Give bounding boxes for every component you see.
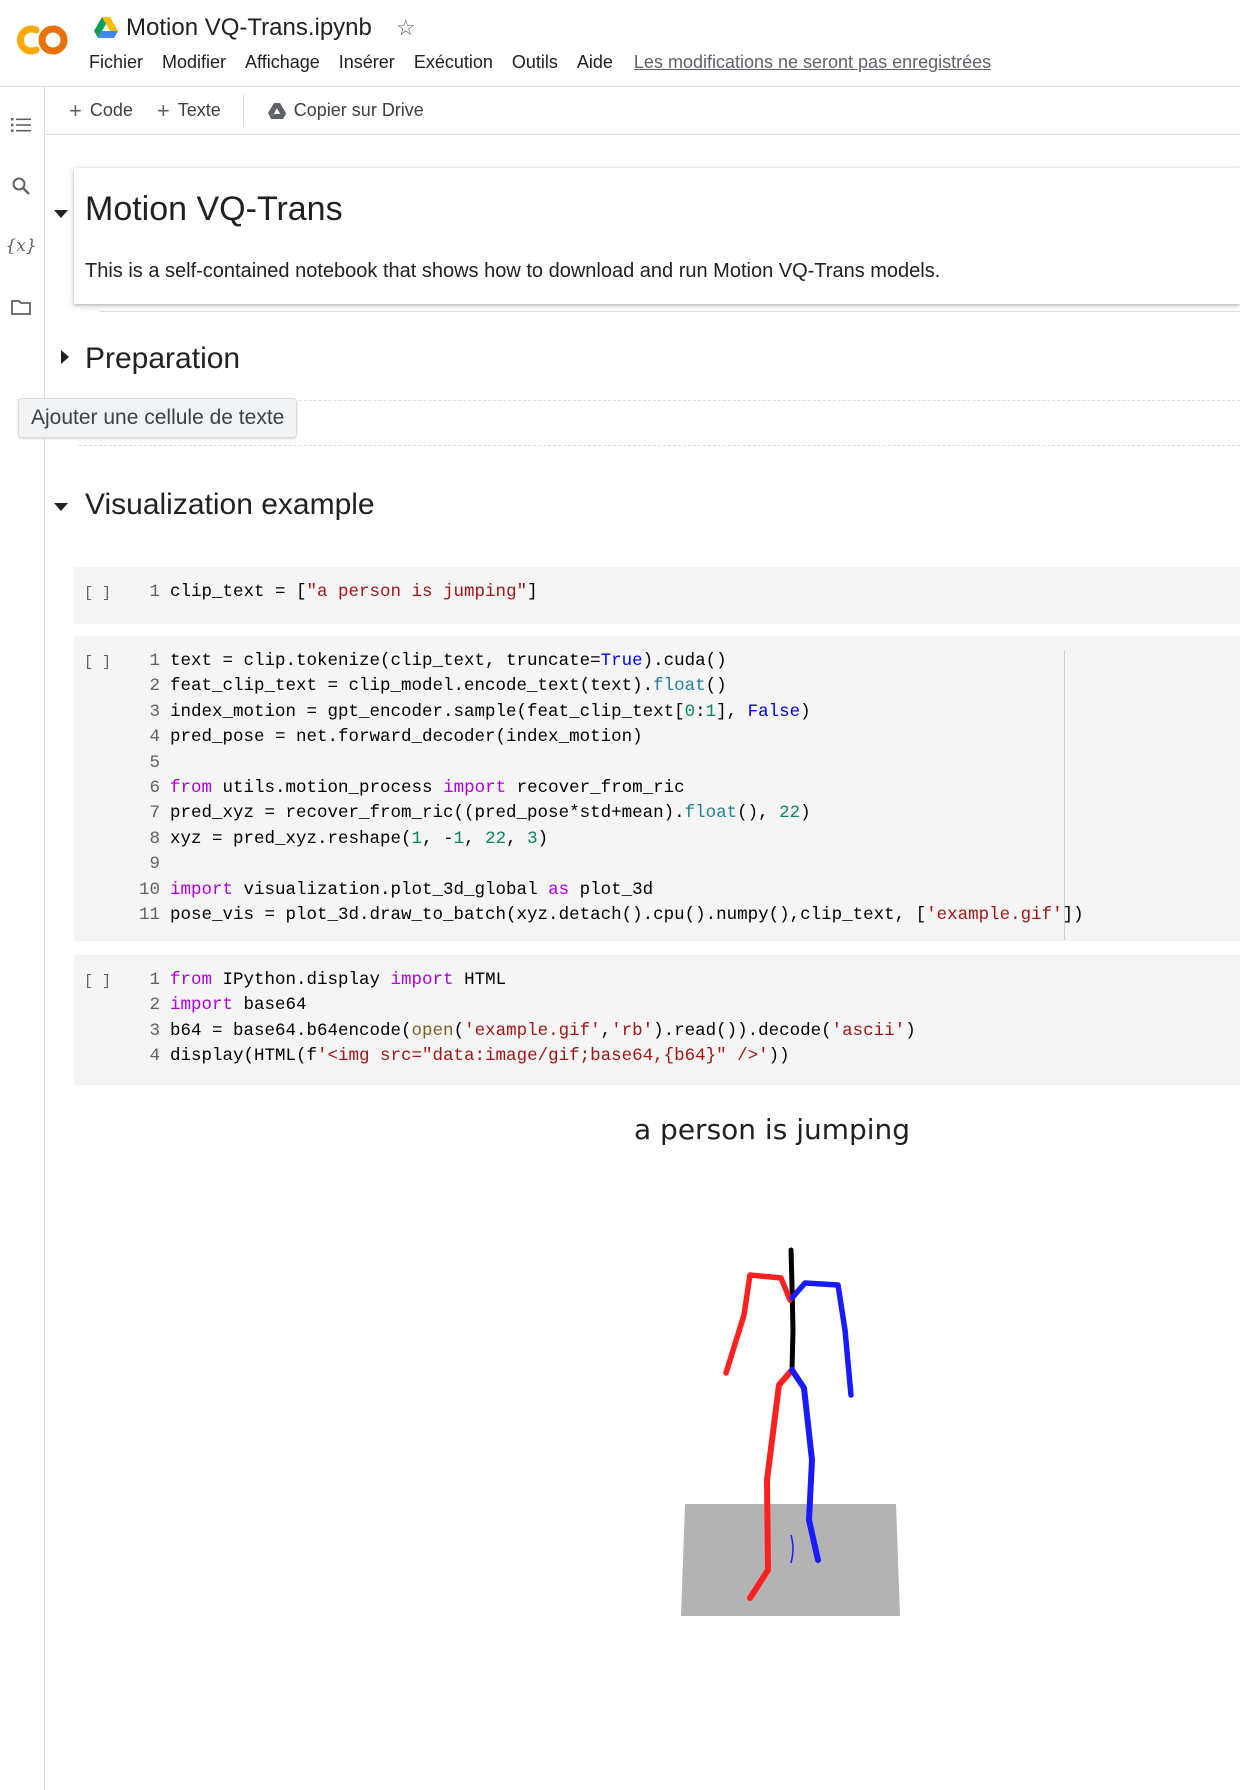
code-line: 2 feat_clip_text = clip_model.encode_text… (149, 676, 727, 697)
code-line: 3 b64 = base64.b64encode(open('example.gi… (149, 1020, 916, 1041)
code-line: 4 display(HTML(f'<img src="data:image/gif… (149, 1046, 790, 1067)
code-token: clip_text = ["a person is jumping"] (170, 582, 538, 602)
intro-heading: Motion VQ-Trans (85, 190, 343, 228)
unsaved-notice-link[interactable]: Les modifications ne seront pas enregist… (634, 52, 991, 73)
collapse-section-icon[interactable] (54, 210, 68, 218)
table-of-contents-icon[interactable] (9, 113, 33, 137)
output-gif-title: a person is jumping (634, 1113, 911, 1146)
drive-icon (94, 17, 118, 38)
title-row: Motion VQ-Trans.ipynb ☆ (94, 10, 416, 46)
menu-inserer[interactable]: Insérer (339, 50, 395, 75)
code-line: 2 import base64 (149, 995, 307, 1016)
menu-bar: Fichier Modifier Affichage Insérer Exécu… (89, 50, 991, 75)
cell-divider (100, 311, 1240, 312)
left-rail: {x} (0, 87, 45, 1790)
floor-plane (681, 1504, 900, 1616)
notebook-title[interactable]: Motion VQ-Trans.ipynb (126, 14, 372, 42)
copy-to-drive-button[interactable]: Copier sur Drive (267, 100, 424, 121)
run-cell-button[interactable]: [ ] (84, 973, 111, 990)
collapse-section-icon[interactable] (54, 503, 68, 511)
add-code-button[interactable]: + Code (69, 98, 133, 124)
add-text-cell-tooltip: Ajouter une cellule de texte (18, 398, 298, 438)
skeleton-spine (788, 1247, 796, 1373)
visualization-heading[interactable]: Visualization example (85, 488, 375, 522)
code-line: 6 from utils.motion_process import recove… (149, 778, 685, 799)
text-cell-intro[interactable]: Motion VQ-Trans This is a self-contained… (74, 168, 1240, 304)
expand-section-icon[interactable] (61, 350, 69, 364)
drive-icon (267, 102, 286, 119)
code-line: 11 pose_vis = plot_3d.draw_to_batch(xyz.d… (138, 905, 1084, 926)
code-line: 5 (149, 752, 160, 773)
add-code-label: Code (89, 100, 133, 120)
code-line: 10 import visualization.plot_3d_global as… (138, 879, 654, 900)
search-icon[interactable] (9, 174, 33, 198)
add-text-button[interactable]: + Texte (157, 98, 221, 124)
menu-outils[interactable]: Outils (512, 50, 558, 75)
copy-to-drive-label: Copier sur Drive (293, 100, 424, 120)
colab-logo[interactable] (10, 22, 72, 58)
variables-icon[interactable]: {x} (5, 234, 36, 258)
code-cell[interactable]: [ ] 1 text = clip.tokenize(clip_text, tru… (74, 636, 1240, 941)
code-line: 7 pred_xyz = recover_from_ric((pred_pose*… (149, 803, 811, 824)
menu-fichier[interactable]: Fichier (89, 50, 143, 75)
output-gif (660, 1230, 920, 1635)
intro-text: This is a self-contained notebook that s… (85, 260, 941, 282)
code-line: 8 xyz = pred_xyz.reshape(1, -1, 22, 3) (149, 828, 549, 849)
code-editor[interactable]: 1 clip_text = ["a person is jumping"] (130, 580, 538, 605)
files-icon[interactable] (9, 295, 33, 319)
menu-modifier[interactable]: Modifier (162, 50, 226, 75)
plus-icon: + (156, 97, 170, 123)
code-editor[interactable]: 1 from IPython.display import HTML 2 import… (130, 968, 916, 1070)
code-line: 4 pred_pose = net.forward_decoder(index_m… (149, 727, 643, 748)
header: Motion VQ-Trans.ipynb ☆ Fichier Modifier… (0, 0, 1240, 87)
toolbar-divider (242, 94, 244, 127)
menu-aide[interactable]: Aide (577, 50, 613, 75)
code-line: 1 text = clip.tokenize(clip_text, truncat… (149, 651, 727, 671)
code-cell[interactable]: [ ] 1 clip_text = ["a person is jumping"] (74, 567, 1240, 624)
preparation-heading[interactable]: Preparation (85, 342, 240, 376)
code-line: 1 from IPython.display import HTML (149, 970, 507, 990)
run-cell-button[interactable]: [ ] (84, 654, 111, 671)
skeleton-left-arm (723, 1272, 793, 1376)
run-cell-button[interactable]: [ ] (84, 585, 111, 602)
code-line: 3 index_motion = gpt_encoder.sample(feat_… (149, 701, 811, 722)
notebook-toolbar: + Code + Texte Copier sur Drive (45, 87, 1240, 135)
code-line: 9 (149, 854, 160, 875)
add-text-label: Texte (177, 100, 221, 120)
menu-execution[interactable]: Exécution (414, 50, 493, 75)
code-cell[interactable]: [ ] 1 from IPython.display import HTML 2 im… (74, 955, 1240, 1085)
star-icon[interactable]: ☆ (396, 15, 416, 41)
plus-icon: + (69, 97, 82, 123)
code-editor[interactable]: 1 text = clip.tokenize(clip_text, truncat… (130, 649, 1084, 928)
menu-affichage[interactable]: Affichage (245, 50, 320, 75)
